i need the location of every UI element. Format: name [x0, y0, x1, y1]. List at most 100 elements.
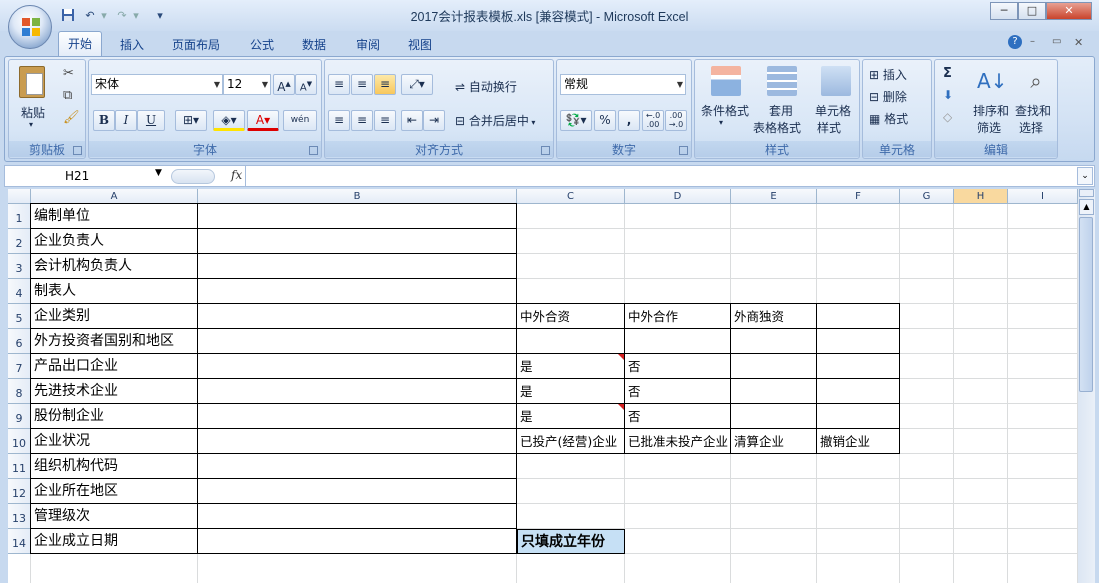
- tab-formulas[interactable]: 公式: [250, 36, 274, 53]
- cell-styles-button-line2[interactable]: 样式: [817, 119, 841, 136]
- alignment-launcher-icon[interactable]: [541, 146, 550, 155]
- cell-a1[interactable]: 编制单位: [31, 204, 198, 229]
- cell-d13[interactable]: [625, 504, 731, 529]
- cell-e5[interactable]: 外商独资: [731, 304, 817, 329]
- find-select-button-line2[interactable]: 选择: [1019, 119, 1043, 136]
- cell-c6[interactable]: [517, 329, 625, 354]
- cell-f7[interactable]: [817, 354, 900, 379]
- cut-icon[interactable]: ✂: [63, 66, 74, 81]
- cell-c11[interactable]: [517, 454, 625, 479]
- cell-f14[interactable]: [817, 529, 900, 554]
- cell-d14[interactable]: [625, 529, 731, 554]
- clear-icon[interactable]: ◇: [943, 110, 952, 124]
- row-header-12[interactable]: 12: [8, 479, 31, 504]
- cell-e12[interactable]: [731, 479, 817, 504]
- ribbon-restore-icon[interactable]: ▭: [1052, 36, 1061, 47]
- cell-c5[interactable]: 中外合资: [517, 304, 625, 329]
- paste-button[interactable]: 粘贴: [21, 104, 45, 121]
- align-center-icon[interactable]: ≡: [351, 110, 373, 131]
- cell-c10[interactable]: 已投产(经营)企业: [517, 429, 625, 454]
- cell-a13[interactable]: 管理级次: [31, 504, 198, 529]
- clipboard-launcher-icon[interactable]: [73, 146, 82, 155]
- cell-f11[interactable]: [817, 454, 900, 479]
- orientation-icon[interactable]: ⤢▾: [401, 74, 433, 95]
- cell-a9[interactable]: 股份制企业: [31, 404, 198, 429]
- percent-button[interactable]: %: [594, 110, 616, 131]
- cell-d12[interactable]: [625, 479, 731, 504]
- cell-e14[interactable]: [731, 529, 817, 554]
- table-format-button-line2[interactable]: 表格格式: [753, 119, 801, 136]
- align-left-icon[interactable]: ≡: [328, 110, 350, 131]
- autosum-button[interactable]: Σ: [943, 66, 952, 81]
- cell-f8[interactable]: [817, 379, 900, 404]
- row-header-14[interactable]: 14: [8, 529, 31, 554]
- cell-b7[interactable]: [198, 354, 517, 379]
- column-header-d[interactable]: D: [625, 189, 731, 204]
- cell-e13[interactable]: [731, 504, 817, 529]
- find-select-button-line1[interactable]: 查找和: [1015, 102, 1051, 119]
- row-header-2[interactable]: 2: [8, 229, 31, 254]
- cell-b3[interactable]: [198, 254, 517, 279]
- column-header-g[interactable]: G: [900, 189, 954, 204]
- decrease-decimal-icon[interactable]: .00 →.0: [665, 110, 687, 131]
- cell-f2[interactable]: [817, 229, 900, 254]
- formula-expand-icon[interactable]: ⌄: [1077, 167, 1093, 185]
- cell-c2[interactable]: [517, 229, 625, 254]
- font-size-combo[interactable]: 12 ▼: [223, 74, 271, 95]
- cell-b4[interactable]: [198, 279, 517, 304]
- cell-d6[interactable]: [625, 329, 731, 354]
- cell-b13[interactable]: [198, 504, 517, 529]
- row-header-4[interactable]: 4: [8, 279, 31, 304]
- cell-d1[interactable]: [625, 204, 731, 229]
- increase-indent-icon[interactable]: ⇥: [423, 110, 445, 131]
- cell-d10[interactable]: 已批准未投产企业: [625, 429, 731, 454]
- sort-filter-button-line1[interactable]: 排序和: [973, 102, 1009, 119]
- cell-e6[interactable]: [731, 329, 817, 354]
- merge-center-button[interactable]: ⊟ 合并后居中 ▾: [455, 112, 535, 129]
- insert-function-icon[interactable]: fx: [231, 168, 242, 182]
- cell-b1[interactable]: [198, 204, 517, 229]
- column-header-b[interactable]: B: [198, 189, 517, 204]
- cell-e4[interactable]: [731, 279, 817, 304]
- cell-b12[interactable]: [198, 479, 517, 504]
- worksheet-grid[interactable]: A B C D E F G H I 1 编制单位 2 企业负责人 3 会计机构负责人 4 制表人 5 企业类别 中外合…: [8, 189, 1078, 583]
- cell-c13[interactable]: [517, 504, 625, 529]
- cell-a12[interactable]: 企业所在地区: [31, 479, 198, 504]
- row-header-9[interactable]: 9: [8, 404, 31, 429]
- undo-dropdown-icon[interactable]: ▾: [96, 8, 112, 24]
- number-format-combo[interactable]: 常规 ▼: [560, 74, 686, 95]
- vertical-scrollbar[interactable]: ▲: [1078, 189, 1095, 583]
- tab-page-layout[interactable]: 页面布局: [172, 36, 220, 53]
- fill-icon[interactable]: ⬇: [943, 88, 953, 102]
- office-button[interactable]: [8, 5, 52, 49]
- cell-c4[interactable]: [517, 279, 625, 304]
- cell-e7[interactable]: [731, 354, 817, 379]
- paste-icon[interactable]: [19, 66, 45, 98]
- row-header-6[interactable]: 6: [8, 329, 31, 354]
- cell-a7[interactable]: 产品出口企业: [31, 354, 198, 379]
- column-header-h[interactable]: H: [954, 189, 1008, 204]
- cell-c9[interactable]: 是: [517, 404, 625, 429]
- column-header-f[interactable]: F: [817, 189, 900, 204]
- wrap-text-button[interactable]: ⇌ 自动换行: [455, 78, 517, 95]
- align-bottom-icon[interactable]: ≡: [374, 74, 396, 95]
- underline-button[interactable]: U: [137, 110, 165, 131]
- tab-view[interactable]: 视图: [408, 36, 432, 53]
- italic-button[interactable]: I: [115, 110, 137, 131]
- cell-e8[interactable]: [731, 379, 817, 404]
- row-header-3[interactable]: 3: [8, 254, 31, 279]
- row-header-7[interactable]: 7: [8, 354, 31, 379]
- cell-f9[interactable]: [817, 404, 900, 429]
- tab-insert[interactable]: 插入: [120, 36, 144, 53]
- cell-a2[interactable]: 企业负责人: [31, 229, 198, 254]
- sort-filter-button-line2[interactable]: 筛选: [977, 119, 1001, 136]
- row-header-11[interactable]: 11: [8, 454, 31, 479]
- table-format-button-line1[interactable]: 套用: [769, 102, 793, 119]
- delete-cells-button[interactable]: ⊟ 删除: [869, 88, 907, 105]
- insert-cells-button[interactable]: ⊞ 插入: [869, 66, 907, 83]
- tab-review[interactable]: 审阅: [356, 36, 380, 53]
- ribbon-minimize-icon[interactable]: –: [1030, 36, 1035, 47]
- cell-d4[interactable]: [625, 279, 731, 304]
- cell-b8[interactable]: [198, 379, 517, 404]
- font-color-icon[interactable]: A▾: [247, 110, 279, 131]
